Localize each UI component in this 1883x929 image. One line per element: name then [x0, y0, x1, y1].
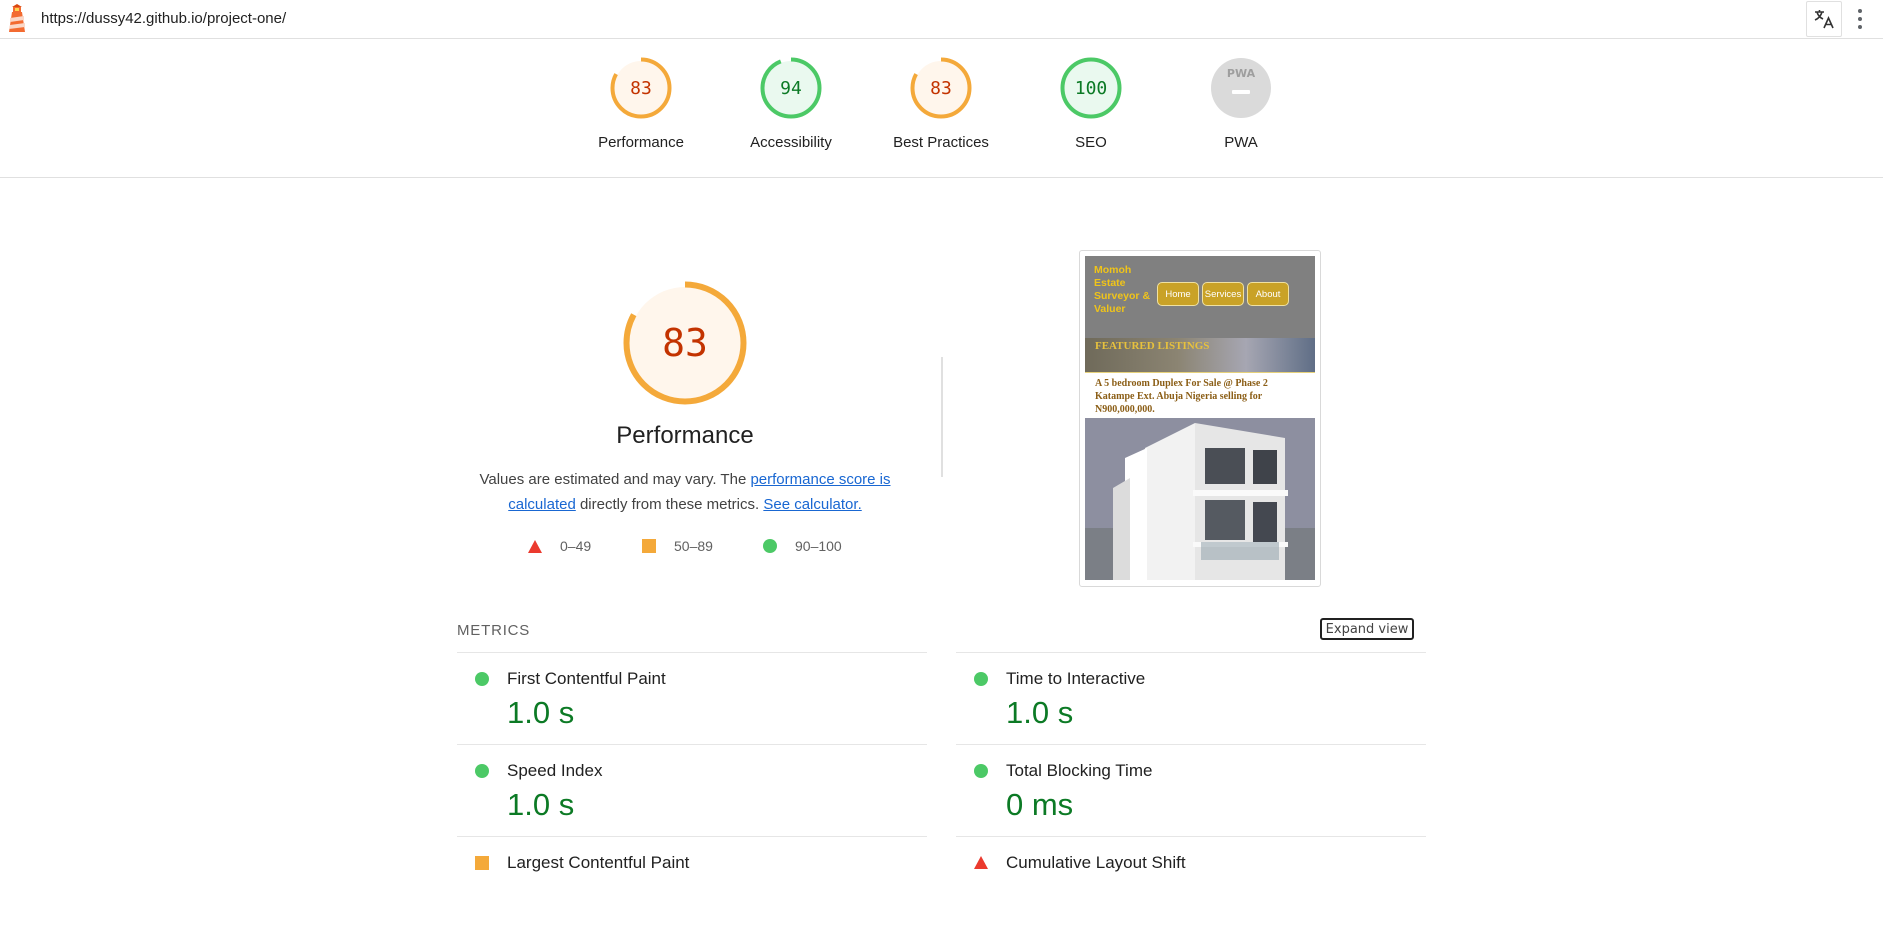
performance-summary: 83 Performance Values are estimated and …	[460, 280, 910, 517]
site-featured-heading: FEATURED LISTINGS	[1095, 340, 1210, 352]
final-screenshot[interactable]: Momoh Estate Surveyor & Valuer Home Serv…	[1079, 250, 1321, 587]
site-nav-about: About	[1247, 282, 1289, 306]
legend-pass: 90–100	[763, 538, 842, 554]
gauge-seo[interactable]: 100 SEO	[1031, 57, 1151, 151]
performance-description: Values are estimated and may vary. The p…	[460, 467, 910, 517]
performance-title: Performance	[616, 422, 754, 449]
see-calculator-link[interactable]: See calculator.	[763, 496, 861, 513]
translate-button[interactable]	[1806, 1, 1842, 37]
page-url[interactable]: https://dussy42.github.io/project-one/	[41, 10, 286, 27]
pass-circle-icon	[475, 672, 489, 686]
legend-average: 50–89	[642, 538, 713, 554]
metric-value: 0 ms	[1006, 787, 1074, 822]
metric-total-blocking-time: Total Blocking Time 0 ms	[956, 745, 1406, 837]
metric-value: 1.0 s	[507, 695, 575, 730]
metric-name: First Contentful Paint	[507, 669, 666, 688]
metric-name: Total Blocking Time	[1006, 761, 1153, 780]
desc-middle: directly from these metrics.	[575, 496, 764, 513]
metric-first-contentful-paint: First Contentful Paint 1.0 s	[457, 653, 907, 745]
report-topbar: https://dussy42.github.io/project-one/	[0, 0, 1883, 39]
gauge-score: 100	[1075, 78, 1108, 99]
gauge-label: Performance	[598, 134, 684, 151]
gauge-label: PWA	[1224, 134, 1258, 151]
gauge-label: Best Practices	[893, 134, 989, 151]
score-scale-legend: 0–49 50–89 90–100	[528, 538, 858, 558]
gauge-pwa[interactable]: PWA PWA	[1181, 57, 1301, 151]
site-nav-home: Home	[1157, 282, 1199, 306]
metric-name: Cumulative Layout Shift	[1006, 853, 1186, 872]
metric-value: 1.0 s	[1006, 695, 1074, 730]
site-brand: Momoh Estate Surveyor & Valuer	[1094, 264, 1151, 315]
screenshot-image: Momoh Estate Surveyor & Valuer Home Serv…	[1085, 256, 1315, 580]
listing-caption-text: A 5 bedroom Duplex For Sale @ Phase 2 Ka…	[1095, 378, 1268, 415]
more-vert-icon[interactable]	[1852, 4, 1868, 34]
metrics-heading: METRICS	[457, 622, 531, 639]
gauge-ring: 100	[1060, 57, 1122, 119]
pwa-badge-text: PWA	[1227, 67, 1256, 80]
pwa-badge-icon: PWA	[1211, 58, 1271, 118]
performance-score: 83	[662, 321, 708, 365]
gauge-score: 94	[780, 78, 802, 99]
score-gauges: 83 Performance 94 Accessibility 83 Best …	[0, 38, 1883, 178]
house-photo	[1085, 418, 1315, 580]
gauge-performance[interactable]: 83 Performance	[581, 57, 701, 151]
gauge-accessibility[interactable]: 94 Accessibility	[731, 57, 851, 151]
gauge-best-practices[interactable]: 83 Best Practices	[881, 57, 1001, 151]
metric-name: Largest Contentful Paint	[507, 853, 690, 872]
metric-largest-contentful-paint: Largest Contentful Paint	[457, 837, 907, 929]
metric-name: Speed Index	[507, 761, 603, 780]
legend-range: 50–89	[674, 538, 713, 554]
section-divider	[941, 357, 943, 477]
expand-view-button[interactable]: Expand view	[1320, 618, 1414, 640]
fail-triangle-icon	[528, 539, 542, 553]
desc-prefix: Values are estimated and may vary. The	[479, 471, 751, 488]
pass-circle-icon	[974, 672, 988, 686]
site-nav-services: Services	[1202, 282, 1244, 306]
metric-name: Time to Interactive	[1006, 669, 1146, 688]
legend-range: 0–49	[560, 538, 592, 554]
translate-icon	[1814, 10, 1834, 29]
gauge-label: SEO	[1075, 134, 1107, 151]
legend-fail: 0–49	[528, 538, 591, 554]
gauge-label: Accessibility	[750, 134, 832, 151]
average-square-icon	[642, 539, 656, 553]
fail-triangle-icon	[974, 856, 988, 869]
legend-range: 90–100	[795, 538, 842, 554]
gauge-ring: 94	[760, 57, 822, 119]
performance-gauge: 83	[623, 281, 747, 405]
gauge-score: 83	[930, 78, 952, 99]
average-square-icon	[475, 856, 489, 870]
pass-circle-icon	[475, 764, 489, 778]
site-listing-caption: A 5 bedroom Duplex For Sale @ Phase 2 Ka…	[1085, 372, 1315, 420]
pass-circle-icon	[763, 539, 777, 553]
metric-value: 1.0 s	[507, 787, 575, 822]
gauge-score: 83	[630, 78, 652, 99]
metric-time-to-interactive: Time to Interactive 1.0 s	[956, 653, 1406, 745]
gauge-ring: 83	[910, 57, 972, 119]
metric-cumulative-layout-shift: Cumulative Layout Shift	[956, 837, 1406, 929]
pass-circle-icon	[974, 764, 988, 778]
lighthouse-icon	[9, 4, 25, 32]
gauge-ring: 83	[610, 57, 672, 119]
metric-speed-index: Speed Index 1.0 s	[457, 745, 907, 837]
